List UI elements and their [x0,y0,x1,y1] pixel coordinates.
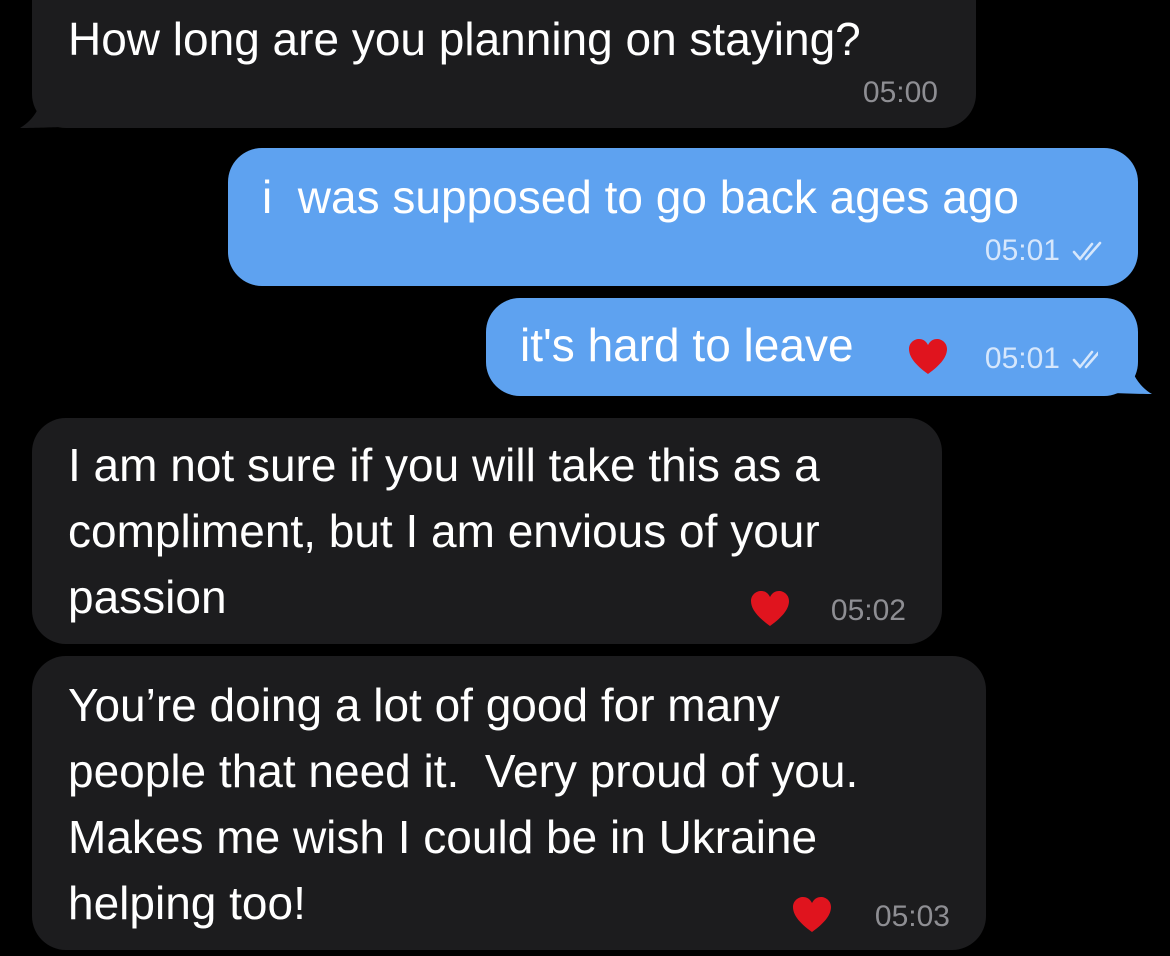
message-timestamp: 05:01 [984,342,1060,375]
message-text: How long are you planning on staying? [68,13,861,65]
heart-reaction-icon[interactable] [908,338,948,376]
message-bubble-outgoing[interactable]: i was supposed to go back ages ago 05:01 [228,148,1138,286]
message-text: Makes me wish I could be in Ukraine [68,811,818,863]
message-timestamp: 05:00 [862,76,938,109]
message-timestamp: 05:03 [874,900,950,933]
bubble-tail-incoming [20,82,76,128]
bubble-tail-outgoing [1098,348,1152,394]
double-check-icon [1072,241,1102,261]
message-text: I am not sure if you will take this as a [68,439,820,491]
message-bubble-outgoing[interactable]: it's hard to leave 05:01 [486,298,1138,396]
message-text: helping too! [68,877,306,929]
message-timestamp: 05:01 [984,234,1060,267]
message-text: i was supposed to go back ages ago [262,171,1019,223]
heart-reaction-icon[interactable] [750,590,790,628]
message-text: people that need it. Very proud of you. [68,745,859,797]
message-bubble-incoming[interactable]: How long are you planning on staying? 05… [32,0,976,128]
message-text: compliment, but I am envious of your [68,505,820,557]
message-bubble-incoming[interactable]: You’re doing a lot of good for many peop… [32,656,986,950]
message-text: You’re doing a lot of good for many [68,679,780,731]
message-bubble-incoming[interactable]: I am not sure if you will take this as a… [32,418,942,644]
message-text: it's hard to leave [520,319,854,371]
message-timestamp: 05:02 [830,594,906,627]
message-text: passion [68,571,227,623]
heart-reaction-icon[interactable] [792,896,832,934]
